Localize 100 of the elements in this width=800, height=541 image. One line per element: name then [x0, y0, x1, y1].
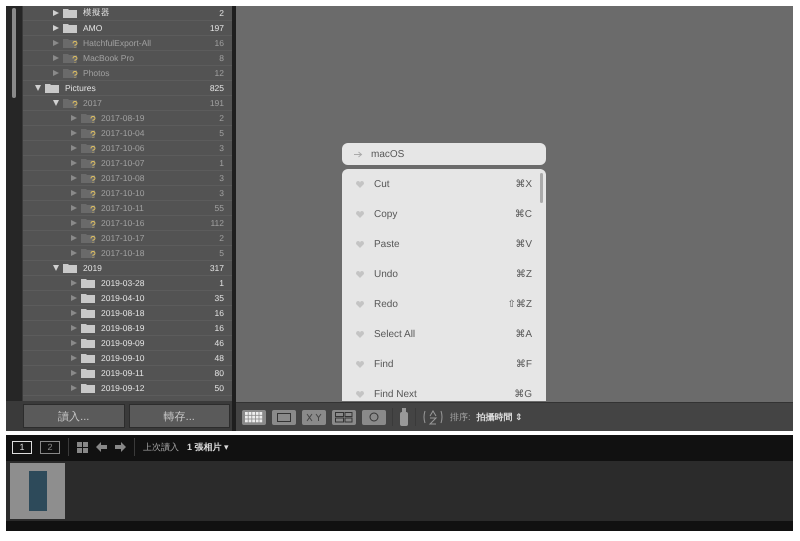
photo-count: 191: [210, 98, 224, 108]
spray-can-icon[interactable]: [399, 407, 409, 428]
scrollbar-thumb[interactable]: [12, 8, 16, 98]
menu-item[interactable]: Copy ⌘C: [342, 199, 546, 229]
screen-button[interactable]: 1: [12, 440, 32, 454]
photo-count: 317: [210, 263, 224, 273]
heart-icon[interactable]: [356, 390, 364, 398]
missing-folder-icon: [63, 53, 79, 63]
collapsed-triangle-icon[interactable]: [71, 220, 77, 226]
folder-name: 2019-04-10: [101, 293, 146, 303]
folder-row[interactable]: 2019-09-10 48: [23, 351, 232, 366]
collapsed-triangle-icon[interactable]: [71, 175, 77, 181]
expanded-triangle-icon[interactable]: [53, 265, 59, 271]
collapsed-triangle-icon[interactable]: [71, 280, 77, 286]
survey-view-icon[interactable]: [332, 410, 356, 425]
collapsed-triangle-icon[interactable]: [53, 70, 59, 76]
folder-name: 2017-10-16: [101, 218, 146, 228]
folder-icon: [81, 278, 97, 288]
folder-name: Pictures: [65, 83, 97, 93]
photo-count: 197: [210, 23, 224, 33]
sort-dropdown[interactable]: 拍攝時間 ⇕: [476, 410, 523, 424]
menu-item[interactable]: Paste ⌘V: [342, 229, 546, 259]
folder-row[interactable]: 2019-03-28 1: [23, 276, 232, 291]
photo-count: 112: [210, 218, 224, 228]
heart-icon[interactable]: [356, 210, 364, 218]
folder-row[interactable]: 2019-09-09 46: [23, 336, 232, 351]
missing-folder-icon: [81, 128, 97, 138]
photo-placeholder: [28, 471, 46, 511]
panel-button[interactable]: 讀入...: [23, 404, 124, 428]
collapsed-triangle-icon[interactable]: [71, 295, 77, 301]
arrow-icon: [354, 150, 363, 158]
folder-row[interactable]: 2019-04-10 35: [23, 291, 232, 306]
collapsed-triangle-icon[interactable]: [71, 160, 77, 166]
collapsed-triangle-icon[interactable]: [53, 25, 59, 31]
folder-name: 2019-09-10: [101, 353, 146, 363]
folder-name: 2017-10-10: [101, 188, 146, 198]
missing-folder-icon: [63, 38, 79, 48]
menu-item[interactable]: Find ⌘F: [342, 349, 546, 379]
collapsed-triangle-icon[interactable]: [71, 205, 77, 211]
photo-count: 8: [219, 53, 224, 63]
expanded-triangle-icon[interactable]: [35, 85, 41, 91]
folder-icon: [81, 323, 97, 333]
grid-icon[interactable]: [77, 442, 88, 453]
back-arrow-icon[interactable]: [96, 442, 107, 452]
heart-icon[interactable]: [356, 360, 364, 368]
collapsed-triangle-icon[interactable]: [71, 250, 77, 256]
menu-item[interactable]: Redo ⇧⌘Z: [342, 289, 546, 319]
collapsed-triangle-icon[interactable]: [71, 325, 77, 331]
folder-row[interactable]: 2019-09-11 80: [23, 366, 232, 381]
menu-item[interactable]: Cut ⌘X: [342, 169, 546, 199]
collapsed-triangle-icon[interactable]: [71, 370, 77, 376]
collapsed-triangle-icon[interactable]: [71, 385, 77, 391]
folder-row[interactable]: AMO 197: [23, 21, 232, 36]
folder-row[interactable]: 2019-08-18 16: [23, 306, 232, 321]
photo-count-dropdown[interactable]: 1 張相片 ▾: [187, 440, 229, 454]
grid-view-icon[interactable]: [242, 410, 266, 425]
forward-arrow-icon[interactable]: [115, 442, 126, 452]
folder-name: 模擬器: [83, 7, 111, 19]
collapsed-triangle-icon[interactable]: [71, 145, 77, 151]
heart-icon[interactable]: [356, 270, 364, 278]
collapsed-triangle-icon[interactable]: [71, 115, 77, 121]
heart-icon[interactable]: [356, 330, 364, 338]
sort-icon[interactable]: [422, 408, 444, 426]
face-icon[interactable]: [362, 410, 386, 425]
heart-icon[interactable]: [356, 300, 364, 308]
folder-row[interactable]: 2019-08-19 16: [23, 321, 232, 336]
folder-name: 2017-10-11: [101, 203, 145, 213]
folder-row[interactable]: 2019 317: [23, 261, 232, 276]
collapsed-triangle-icon[interactable]: [71, 355, 77, 361]
collapsed-triangle-icon[interactable]: [53, 55, 59, 61]
photo-count: 1: [219, 158, 224, 168]
screen-button[interactable]: 2: [40, 440, 60, 454]
missing-folder-icon: [81, 203, 97, 213]
folder-row[interactable]: 2019-09-12 50: [23, 381, 232, 396]
expanded-triangle-icon[interactable]: [53, 100, 59, 106]
menu-item[interactable]: Find Next ⌘G: [342, 379, 546, 401]
collapsed-triangle-icon[interactable]: [71, 190, 77, 196]
photo-count: 35: [214, 293, 224, 303]
heart-icon[interactable]: [356, 240, 364, 248]
collapsed-triangle-icon[interactable]: [71, 130, 77, 136]
collapsed-triangle-icon[interactable]: [71, 310, 77, 316]
photo-thumbnail[interactable]: [10, 463, 65, 519]
photo-count: 48: [214, 353, 224, 363]
panel-button[interactable]: 轉存...: [128, 404, 230, 428]
photo-count: 2: [219, 113, 224, 123]
loupe-view-icon[interactable]: [272, 410, 296, 425]
menu-item[interactable]: Select All ⌘A: [342, 319, 546, 349]
folder-row[interactable]: 模擬器 2: [23, 6, 232, 21]
scrollbar-thumb[interactable]: [540, 173, 543, 203]
collapsed-triangle-icon[interactable]: [71, 235, 77, 241]
heart-icon[interactable]: [356, 180, 364, 188]
compare-view-icon[interactable]: [302, 410, 326, 425]
folder-row[interactable]: Pictures 825: [23, 81, 232, 96]
folder-icon: [63, 23, 79, 33]
collapsed-triangle-icon[interactable]: [71, 340, 77, 346]
collapsed-triangle-icon[interactable]: [53, 40, 59, 46]
collapsed-triangle-icon[interactable]: [53, 10, 59, 16]
folder-name: 2017-10-04: [101, 128, 146, 138]
search-field[interactable]: macOS: [342, 143, 546, 165]
menu-item[interactable]: Undo ⌘Z: [342, 259, 546, 289]
